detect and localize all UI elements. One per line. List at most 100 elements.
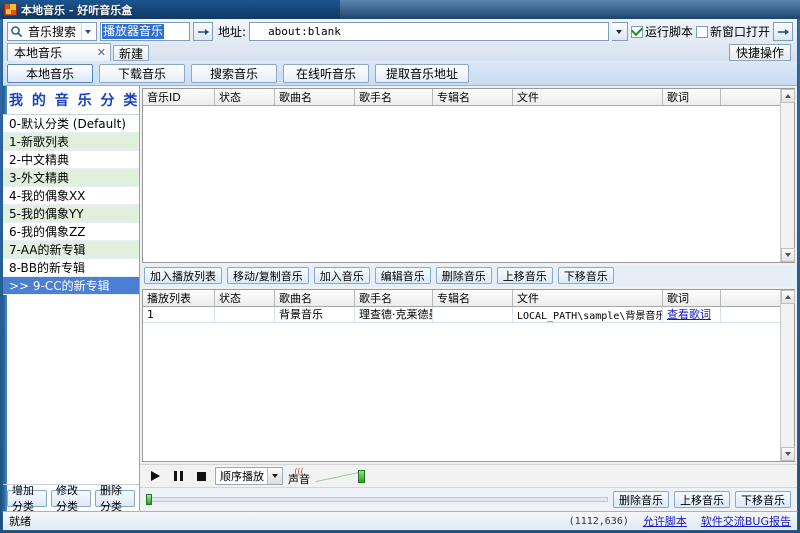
stop-icon[interactable] <box>192 467 210 486</box>
delete-music-button[interactable]: 删除音乐 <box>435 267 492 285</box>
add-music-button[interactable]: 加入音乐 <box>313 267 370 285</box>
column-music-id[interactable]: 音乐ID <box>143 89 215 105</box>
library-grid: 音乐ID 状态 歌曲名 歌手名 专辑名 文件 歌词 <box>142 88 795 264</box>
sidebar-item-idol-zz[interactable]: 6-我的偶象ZZ <box>3 223 139 241</box>
add-category-button[interactable]: 增加分类 <box>7 484 47 511</box>
move-down-music-button-bottom[interactable]: 下移音乐 <box>735 491 791 509</box>
tab-search-music[interactable]: 搜索音乐 <box>191 63 277 83</box>
seek-track <box>146 497 608 503</box>
search-input[interactable]: 播放器音乐 <box>100 22 191 41</box>
table-row[interactable]: 1 背景音乐 理查德·克莱德曼 LOCAL_PATH\sample\背景音乐.m… <box>143 306 794 323</box>
tab-local-music[interactable]: 本地音乐 <box>7 63 93 83</box>
playlist-grid-scrollbar[interactable] <box>780 289 795 461</box>
checkbox-checked-icon <box>630 25 643 38</box>
tab-online-music[interactable]: 在线听音乐 <box>283 63 369 83</box>
play-mode-value: 顺序播放 <box>220 470 264 484</box>
library-grid-header: 音乐ID 状态 歌曲名 歌手名 专辑名 文件 歌词 <box>143 89 794 106</box>
volume-slider[interactable] <box>315 469 365 483</box>
chevron-down-icon[interactable] <box>267 468 282 485</box>
tab-extract-url[interactable]: 提取音乐地址 <box>375 63 470 83</box>
view-lyric-link[interactable]: 查看歌词 <box>667 307 711 322</box>
sidebar-item-cc-album[interactable]: >> 9-CC的新专辑 <box>3 277 139 295</box>
cursor-coordinates: (1112,636) <box>568 515 629 527</box>
sidebar-item-new-songs[interactable]: 1-新歌列表 <box>3 133 139 151</box>
edit-music-button[interactable]: 编辑音乐 <box>374 267 431 285</box>
move-down-music-button[interactable]: 下移音乐 <box>557 267 614 285</box>
column-file[interactable]: 文件 <box>513 89 663 105</box>
sidebar-item-label: 3-外文精典 <box>9 171 69 185</box>
column-song[interactable]: 歌曲名 <box>275 289 355 306</box>
edit-category-button[interactable]: 修改分类 <box>51 484 91 511</box>
column-file[interactable]: 文件 <box>513 289 663 306</box>
status-text: 就绪 <box>9 515 31 528</box>
sidebar-item-idol-xx[interactable]: 4-我的偶象XX <box>3 187 139 205</box>
play-icon[interactable] <box>146 467 164 486</box>
pause-icon[interactable] <box>169 467 187 486</box>
column-artist[interactable]: 歌手名 <box>355 289 433 306</box>
sidebar-footer: 增加分类 修改分类 删除分类 <box>3 484 139 511</box>
move-copy-music-button[interactable]: 移动/复制音乐 <box>227 267 309 285</box>
bug-report-link[interactable]: 软件交流BUG报告 <box>701 513 791 529</box>
seek-slider[interactable] <box>146 494 608 506</box>
close-icon[interactable]: ✕ <box>97 46 106 59</box>
scroll-up-icon[interactable] <box>780 89 795 103</box>
column-album[interactable]: 专辑名 <box>433 289 513 306</box>
sidebar-item-label: 8-BB的新专辑 <box>9 261 86 275</box>
tab-download-music[interactable]: 下载音乐 <box>99 63 185 83</box>
document-tab-local-music[interactable]: 本地音乐 ✕ <box>7 43 111 61</box>
search-category-combo[interactable]: 音乐搜索 <box>7 22 98 41</box>
playlist-grid-header: 播放列表 状态 歌曲名 歌手名 专辑名 文件 歌词 <box>143 289 794 307</box>
search-input-value: 播放器音乐 <box>102 24 165 39</box>
new-window-checkbox[interactable]: 新窗口打开 <box>695 23 770 40</box>
right-pane: 音乐ID 状态 歌曲名 歌手名 专辑名 文件 歌词 加入播放列表 移动/复制音乐… <box>140 86 797 511</box>
library-grid-scrollbar[interactable] <box>780 89 795 263</box>
column-status[interactable]: 状态 <box>215 89 275 105</box>
address-input[interactable]: about:blank <box>249 22 609 41</box>
cell-lyric[interactable]: 查看歌词 <box>663 306 721 323</box>
category-list: 0-默认分类 (Default) 1-新歌列表 2-中文精典 3-外文精典 4-… <box>3 114 139 485</box>
column-lyric[interactable]: 歌词 <box>663 289 721 306</box>
sidebar-item-chinese-classics[interactable]: 2-中文精典 <box>3 151 139 169</box>
scroll-down-icon[interactable] <box>780 446 795 461</box>
column-playlist[interactable]: 播放列表 <box>143 289 215 306</box>
column-artist[interactable]: 歌手名 <box>355 89 433 105</box>
delete-music-button-bottom[interactable]: 删除音乐 <box>613 491 669 509</box>
delete-category-button[interactable]: 删除分类 <box>95 484 135 511</box>
chevron-down-icon[interactable] <box>81 23 94 40</box>
address-dropdown-icon[interactable] <box>611 22 628 41</box>
document-tab-bar: 本地音乐 ✕ 新建 快捷操作 <box>3 42 797 61</box>
toolbar-row: 音乐搜索 播放器音乐 地址: about:blank 运行脚本 新窗口打开 <box>3 19 797 42</box>
column-song[interactable]: 歌曲名 <box>275 89 355 105</box>
column-lyric[interactable]: 歌词 <box>663 89 721 105</box>
sidebar: 我 的 音 乐 分 类 0-默认分类 (Default) 1-新歌列表 2-中文… <box>3 86 140 511</box>
new-window-label: 新窗口打开 <box>709 25 770 39</box>
add-to-playlist-button[interactable]: 加入播放列表 <box>144 267 222 285</box>
sidebar-item-label: 1-新歌列表 <box>9 135 69 149</box>
sidebar-item-idol-yy[interactable]: 5-我的偶象YY <box>3 205 139 223</box>
scroll-down-icon[interactable] <box>780 248 795 263</box>
quick-action-button[interactable]: 快捷操作 <box>728 44 791 61</box>
run-script-checkbox[interactable]: 运行脚本 <box>630 23 693 40</box>
play-mode-select[interactable]: 顺序播放 <box>215 467 283 486</box>
playlist-grid: 播放列表 状态 歌曲名 歌手名 专辑名 文件 歌词 1 背景音乐 理查德·克莱德… <box>142 288 795 462</box>
column-status[interactable]: 状态 <box>215 289 275 306</box>
player-bar: 顺序播放 ((( 声音 <box>140 463 797 488</box>
seek-thumb[interactable] <box>146 494 152 506</box>
volume-label-text: 声音 <box>288 473 310 487</box>
new-tab-button[interactable]: 新建 <box>113 45 150 61</box>
volume-thumb[interactable] <box>358 469 365 483</box>
sidebar-item-foreign-classics[interactable]: 3-外文精典 <box>3 169 139 187</box>
column-album[interactable]: 专辑名 <box>433 89 513 105</box>
allow-script-link[interactable]: 允许脚本 <box>643 513 687 529</box>
sidebar-item-default[interactable]: 0-默认分类 (Default) <box>3 115 139 133</box>
scroll-up-icon[interactable] <box>780 289 795 304</box>
sidebar-item-aa-album[interactable]: 7-AA的新专辑 <box>3 241 139 259</box>
address-go-button[interactable] <box>773 22 793 41</box>
sidebar-item-label: 7-AA的新专辑 <box>9 243 86 257</box>
move-up-music-button[interactable]: 上移音乐 <box>496 267 553 285</box>
move-up-music-button-bottom[interactable]: 上移音乐 <box>674 491 730 509</box>
search-go-button[interactable] <box>193 22 214 41</box>
sidebar-item-bb-album[interactable]: 8-BB的新专辑 <box>3 259 139 277</box>
volume-label: ((( 声音 <box>288 468 310 487</box>
body-split: 我 的 音 乐 分 类 0-默认分类 (Default) 1-新歌列表 2-中文… <box>3 86 797 511</box>
